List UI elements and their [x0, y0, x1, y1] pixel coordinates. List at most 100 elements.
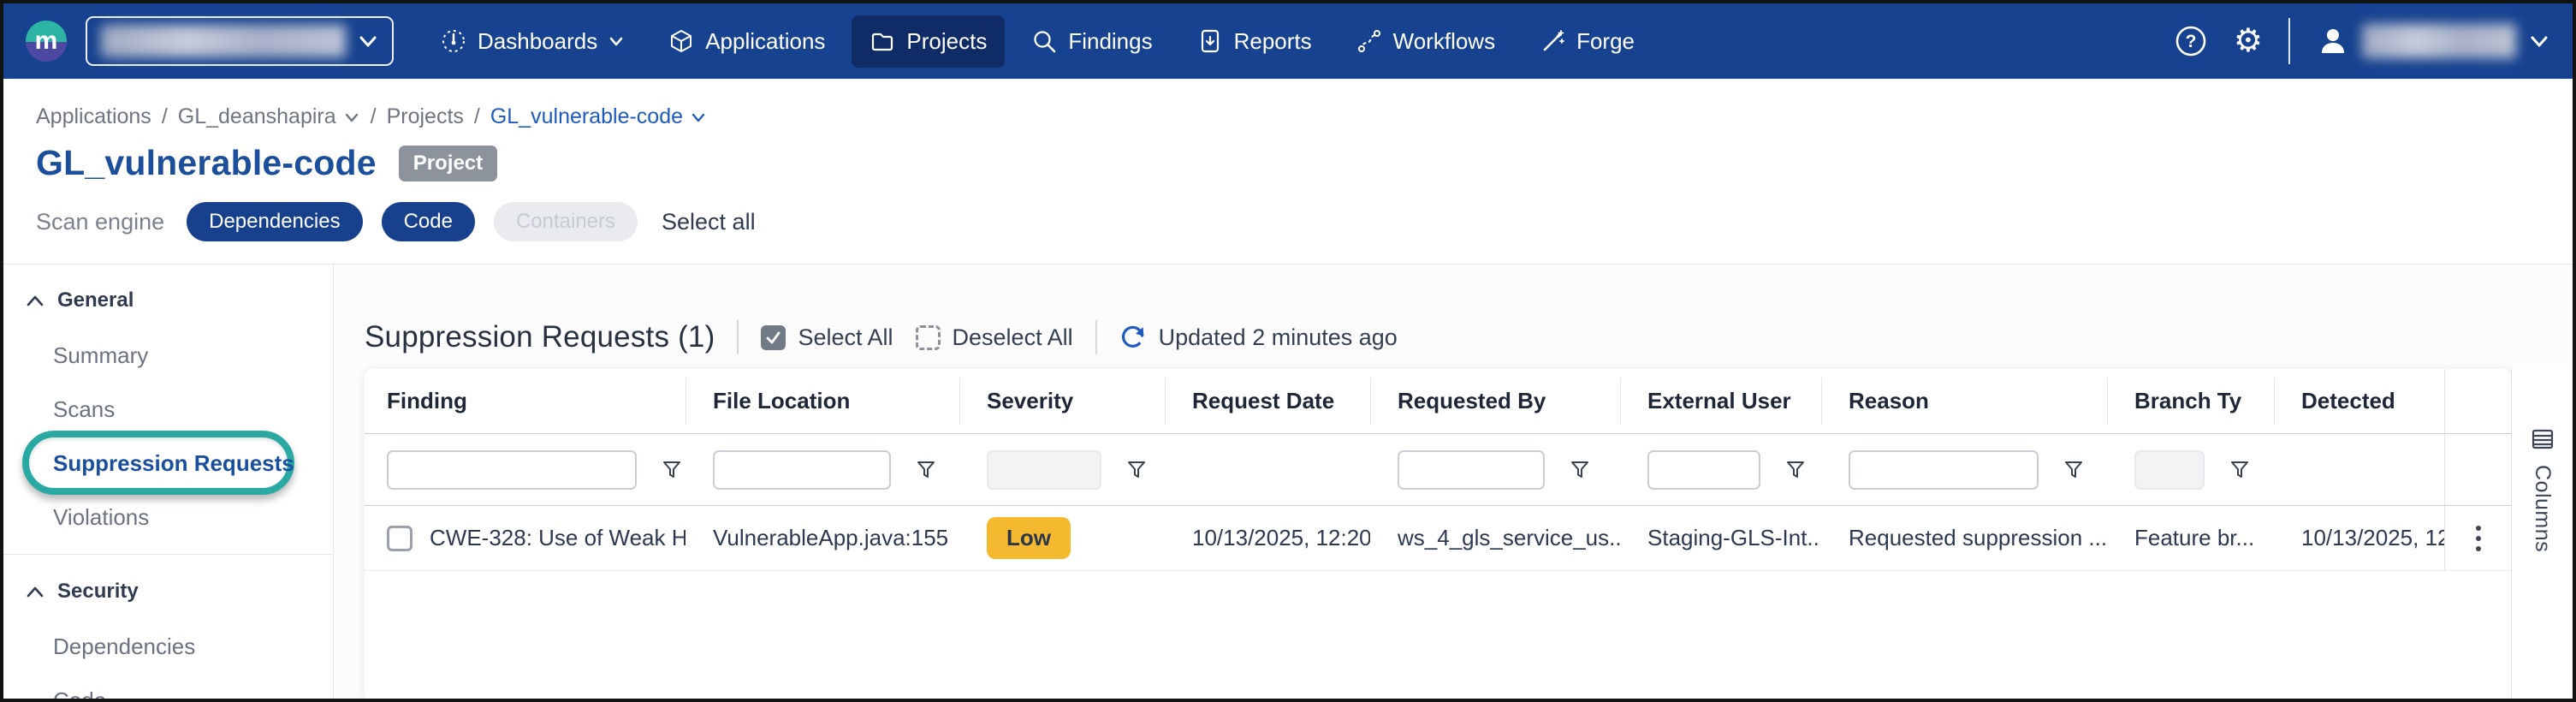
sidebar-section-security[interactable]: Security	[3, 578, 333, 605]
breadcrumb-separator: /	[162, 104, 168, 129]
question-circle-icon: ?	[2174, 24, 2208, 58]
table-columns-icon	[2531, 427, 2555, 451]
funnel-icon[interactable]	[1125, 459, 1148, 481]
suppression-requests-table: Finding File Location Severity Request D…	[365, 369, 2511, 699]
row-menu-kebab-icon[interactable]	[2469, 519, 2488, 558]
funnel-icon[interactable]	[661, 459, 683, 481]
select-all-engines-button[interactable]: Select all	[662, 209, 756, 235]
col-header-file-location[interactable]: File Location	[686, 369, 959, 433]
toolbar-divider	[737, 320, 739, 354]
sidebar: General Summary Scans Suppression Reques…	[3, 265, 334, 699]
col-header-request-date[interactable]: Request Date	[1165, 369, 1370, 433]
file-location-filter-input[interactable]	[713, 450, 891, 490]
chip-code[interactable]: Code	[382, 202, 475, 241]
col-header-detected[interactable]: Detected	[2274, 369, 2444, 433]
deselect-all-button[interactable]: Deselect All	[916, 324, 1073, 351]
topbar-divider	[2288, 18, 2290, 64]
nav-forge[interactable]: Forge	[1522, 15, 1653, 68]
nav-label: Findings	[1068, 28, 1152, 55]
branch-type-cell: Feature br...	[2107, 506, 2274, 570]
funnel-icon[interactable]	[2229, 459, 2251, 481]
select-all-button[interactable]: Select All	[761, 324, 893, 351]
sidebar-item-scans[interactable]: Scans	[3, 392, 333, 426]
funnel-icon[interactable]	[1784, 459, 1807, 481]
table-row[interactable]: CWE-328: Use of Weak Hash VulnerableApp.…	[365, 506, 2511, 571]
breadcrumb-project-name[interactable]: GL_vulnerable-code	[490, 104, 707, 129]
chevron-down-icon	[2528, 30, 2550, 52]
request-date-cell: 10/13/2025, 12:20:2:	[1165, 506, 1370, 570]
report-document-icon	[1197, 28, 1223, 54]
redacted-username	[2362, 24, 2516, 58]
reason-filter-input[interactable]	[1849, 450, 2039, 490]
chevron-up-icon	[27, 586, 44, 598]
severity-filter-input[interactable]	[987, 450, 1101, 490]
finding-cell: CWE-328: Use of Weak Hash	[430, 525, 686, 551]
magic-wand-icon	[1540, 28, 1565, 54]
sidebar-section-general[interactable]: General	[3, 287, 333, 314]
actions-filter-cell	[2444, 434, 2511, 505]
funnel-icon[interactable]	[915, 459, 937, 481]
requested-by-filter-input[interactable]	[1398, 450, 1545, 490]
toolbar-divider	[1095, 320, 1097, 354]
chevron-down-icon	[343, 109, 360, 126]
workflow-icon	[1356, 28, 1382, 54]
funnel-icon[interactable]	[2063, 459, 2085, 481]
row-checkbox[interactable]	[387, 526, 413, 551]
app-window: m Dashboards Applications Projects Findi…	[0, 0, 2576, 702]
col-header-branch-type[interactable]: Branch Ty	[2107, 369, 2274, 433]
columns-panel-toggle[interactable]: Columns	[2511, 369, 2573, 699]
reason-cell: Requested suppression ...	[1821, 506, 2107, 570]
nav-dashboards[interactable]: Dashboards	[423, 15, 642, 68]
page-body: General Summary Scans Suppression Reques…	[3, 265, 2573, 699]
breadcrumb-applications[interactable]: Applications	[36, 104, 151, 129]
sidebar-item-dependencies[interactable]: Dependencies	[3, 629, 333, 663]
gear-icon: ⚙	[2234, 25, 2263, 57]
sidebar-item-code[interactable]: Code	[3, 683, 333, 702]
settings-button[interactable]: ⚙	[2234, 25, 2263, 57]
col-header-finding[interactable]: Finding	[365, 369, 686, 433]
chip-dependencies[interactable]: Dependencies	[187, 202, 362, 241]
section-title: Security	[57, 580, 139, 604]
col-header-requested-by[interactable]: Requested By	[1370, 369, 1620, 433]
chevron-down-icon	[608, 33, 624, 49]
col-header-external-user[interactable]: External User	[1620, 369, 1821, 433]
branch-type-filter-input[interactable]	[2134, 450, 2205, 490]
external-user-filter-input[interactable]	[1647, 450, 1760, 490]
nav-label: Reports	[1234, 28, 1312, 55]
sidebar-divider	[3, 554, 333, 555]
col-header-reason[interactable]: Reason	[1821, 369, 2107, 433]
nav-projects[interactable]: Projects	[852, 15, 1005, 68]
magnifier-icon	[1031, 28, 1057, 54]
refresh-button[interactable]: Updated 2 minutes ago	[1119, 324, 1398, 351]
table-toolbar: Suppression Requests (1) Select All Dese…	[365, 265, 2573, 369]
sidebar-item-summary[interactable]: Summary	[3, 338, 333, 372]
mend-logo-icon[interactable]: m	[26, 21, 67, 62]
breadcrumb-projects[interactable]: Projects	[387, 104, 464, 129]
gauge-icon	[441, 28, 466, 54]
breadcrumb-application-name[interactable]: GL_deanshapira	[178, 104, 360, 129]
detected-filter-cell	[2274, 434, 2444, 505]
user-menu[interactable]	[2316, 24, 2550, 58]
folder-icon	[870, 28, 895, 54]
sidebar-item-violations[interactable]: Violations	[3, 500, 333, 534]
help-button[interactable]: ?	[2174, 24, 2208, 58]
breadcrumb-separator: /	[371, 104, 377, 129]
nav-findings[interactable]: Findings	[1013, 15, 1170, 68]
col-header-severity[interactable]: Severity	[959, 369, 1165, 433]
breadcrumb-label: GL_vulnerable-code	[490, 104, 683, 129]
sidebar-item-suppression-requests[interactable]: Suppression Requests	[3, 446, 333, 480]
page-title: GL_vulnerable-code	[36, 143, 377, 183]
nav-applications[interactable]: Applications	[650, 15, 843, 68]
checked-box-icon	[761, 325, 786, 350]
nav-reports[interactable]: Reports	[1179, 15, 1330, 68]
funnel-icon[interactable]	[1569, 459, 1591, 481]
table-header-row: Finding File Location Severity Request D…	[365, 369, 2511, 434]
top-navigation-bar: m Dashboards Applications Projects Findi…	[3, 3, 2573, 79]
finding-filter-input[interactable]	[387, 450, 637, 490]
chip-containers: Containers	[494, 202, 638, 241]
nav-workflows[interactable]: Workflows	[1338, 15, 1513, 68]
organization-selector[interactable]	[86, 16, 394, 66]
nav-label: Forge	[1576, 28, 1635, 55]
chevron-up-icon	[27, 294, 44, 306]
requested-by-cell: ws_4_gls_service_us...	[1370, 506, 1620, 570]
